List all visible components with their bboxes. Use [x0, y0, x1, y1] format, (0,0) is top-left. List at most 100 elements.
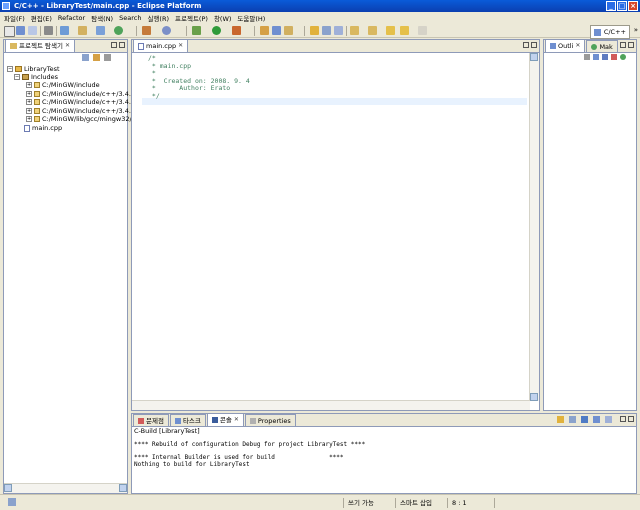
tree-file-main-cpp[interactable]: main.cpp	[24, 124, 62, 132]
scroll-down-icon[interactable]	[530, 393, 538, 401]
tab-project-explorer[interactable]: 프로젝트 탐색기 ✕	[5, 39, 75, 52]
menu-help[interactable]: 도움말(H)	[237, 13, 265, 23]
tree-project[interactable]: − LibraryTest	[7, 65, 60, 73]
editor-vscrollbar[interactable]	[529, 53, 539, 401]
menu-window[interactable]: 창(W)	[214, 13, 231, 23]
menu-search[interactable]: Search	[119, 14, 141, 22]
minimize-icon[interactable]	[620, 42, 626, 48]
display-console-icon[interactable]	[593, 416, 600, 423]
perspective-switcher[interactable]: C/C++	[589, 25, 630, 39]
tab-console[interactable]: 콘솔 ✕	[206, 413, 244, 426]
code-text[interactable]: /* * main.cpp * * Created on: 2008. 9. 4…	[148, 54, 250, 101]
close-icon[interactable]: ✕	[178, 41, 183, 51]
open-element-icon[interactable]	[272, 26, 281, 35]
maximize-icon[interactable]	[531, 42, 537, 48]
menu-project[interactable]: 프로젝트(P)	[175, 13, 208, 23]
close-button[interactable]: ×	[628, 1, 638, 11]
editor-hscrollbar[interactable]	[132, 400, 530, 410]
expand-toggle-icon[interactable]: +	[26, 99, 32, 106]
bookmark-icon[interactable]	[310, 26, 319, 35]
new-class-icon[interactable]	[96, 26, 105, 35]
scroll-up-icon[interactable]	[530, 53, 538, 61]
save-all-icon[interactable]	[28, 26, 37, 35]
lock-icon[interactable]	[557, 416, 564, 423]
console-output[interactable]: **** Rebuild of configuration Debug for …	[134, 441, 365, 468]
menu-file[interactable]: 파일(F)	[4, 13, 25, 23]
task-icon[interactable]	[322, 26, 331, 35]
scroll-left-icon[interactable]	[4, 484, 12, 492]
hide-static-icon[interactable]	[602, 54, 608, 60]
sort-icon[interactable]	[584, 54, 590, 60]
save-icon[interactable]	[16, 26, 25, 35]
link-editor-icon[interactable]	[93, 54, 100, 61]
menu-run[interactable]: 실행(R)	[147, 13, 169, 23]
debug-icon[interactable]	[192, 26, 201, 35]
expand-toggle-icon[interactable]: +	[26, 90, 32, 97]
forward-icon[interactable]	[400, 26, 409, 35]
tab-properties[interactable]: Properties	[244, 414, 296, 426]
run-icon[interactable]	[212, 26, 221, 35]
tree-include-path[interactable]: + C:/MinGW/include/c++/3.4.5	[26, 107, 135, 115]
next-annotation-icon[interactable]	[350, 26, 359, 35]
expand-toggle-icon[interactable]: +	[26, 82, 32, 89]
build-icon[interactable]	[60, 26, 69, 35]
cpp-file-icon	[138, 42, 144, 50]
fast-view-icon[interactable]	[8, 498, 16, 506]
pin-console-icon[interactable]	[581, 416, 588, 423]
expand-toggle-icon[interactable]: +	[26, 116, 32, 123]
toggle-mark-icon[interactable]	[284, 26, 293, 35]
collapse-toggle-icon[interactable]: −	[7, 66, 13, 73]
view-menu-icon[interactable]	[104, 54, 111, 61]
tab-tasks[interactable]: 타스크	[169, 414, 206, 426]
open-console-icon[interactable]	[605, 416, 612, 423]
minimize-icon[interactable]	[620, 416, 626, 422]
maximize-icon[interactable]	[628, 416, 634, 422]
show-whitespace-icon[interactable]	[334, 26, 343, 35]
menu-navigate[interactable]: 탐색(N)	[91, 13, 113, 23]
minimize-icon[interactable]	[111, 42, 117, 48]
link-icon[interactable]	[620, 54, 626, 60]
close-icon[interactable]: ✕	[65, 41, 70, 51]
external-tools-icon[interactable]	[232, 26, 241, 35]
close-icon[interactable]: ✕	[575, 41, 580, 51]
expand-toggle-icon[interactable]: +	[26, 107, 32, 114]
new-folder-icon[interactable]	[78, 26, 87, 35]
tab-main-cpp[interactable]: main.cpp ✕	[133, 39, 189, 52]
maximize-icon[interactable]	[628, 42, 634, 48]
new-source-icon[interactable]	[114, 26, 123, 35]
tree-include-path[interactable]: + C:/MinGW/include/c++/3.4.5	[26, 90, 135, 98]
toolbar-overflow-icon[interactable]: »	[634, 26, 638, 34]
collapse-all-icon[interactable]	[82, 54, 89, 61]
tab-outline[interactable]: Outli ✕	[545, 39, 586, 52]
clear-console-icon[interactable]	[569, 416, 576, 423]
menu-edit[interactable]: 편집(E)	[31, 13, 52, 23]
hide-fields-icon[interactable]	[593, 54, 599, 60]
tab-problems[interactable]: 문제점	[133, 414, 169, 426]
web-icon[interactable]	[162, 26, 171, 35]
tree-include-path[interactable]: + C:/MinGW/include	[26, 81, 100, 89]
tab-make-targets[interactable]: Mak	[586, 40, 618, 52]
minimize-icon[interactable]	[523, 42, 529, 48]
tree-includes[interactable]: − Includes	[14, 73, 58, 81]
last-edit-icon[interactable]	[418, 26, 427, 35]
collapse-toggle-icon[interactable]: −	[14, 74, 20, 81]
prev-annotation-icon[interactable]	[368, 26, 377, 35]
maximize-button[interactable]: □	[617, 1, 627, 11]
search-icon[interactable]	[142, 26, 151, 35]
hide-nonpublic-icon[interactable]	[611, 54, 617, 60]
tree-include-path[interactable]: + C:/MinGW/lib/gcc/mingw32/	[26, 115, 132, 123]
print-icon[interactable]	[44, 26, 53, 35]
close-icon[interactable]: ✕	[234, 415, 239, 425]
open-type-icon[interactable]	[260, 26, 269, 35]
code-area[interactable]: /* * main.cpp * * Created on: 2008. 9. 4…	[132, 53, 539, 410]
new-icon[interactable]	[4, 26, 15, 37]
minimize-button[interactable]: _	[606, 1, 616, 11]
explorer-hscrollbar[interactable]	[4, 483, 127, 493]
menu-refactor[interactable]: Refactor	[58, 14, 85, 22]
scroll-right-icon[interactable]	[119, 484, 127, 492]
maximize-icon[interactable]	[119, 42, 125, 48]
back-icon[interactable]	[386, 26, 395, 35]
status-writable: 쓰기 가능	[343, 498, 398, 508]
open-perspective-icon[interactable]	[593, 28, 601, 36]
tree-include-path[interactable]: + C:/MinGW/include/c++/3.4.5	[26, 98, 135, 106]
